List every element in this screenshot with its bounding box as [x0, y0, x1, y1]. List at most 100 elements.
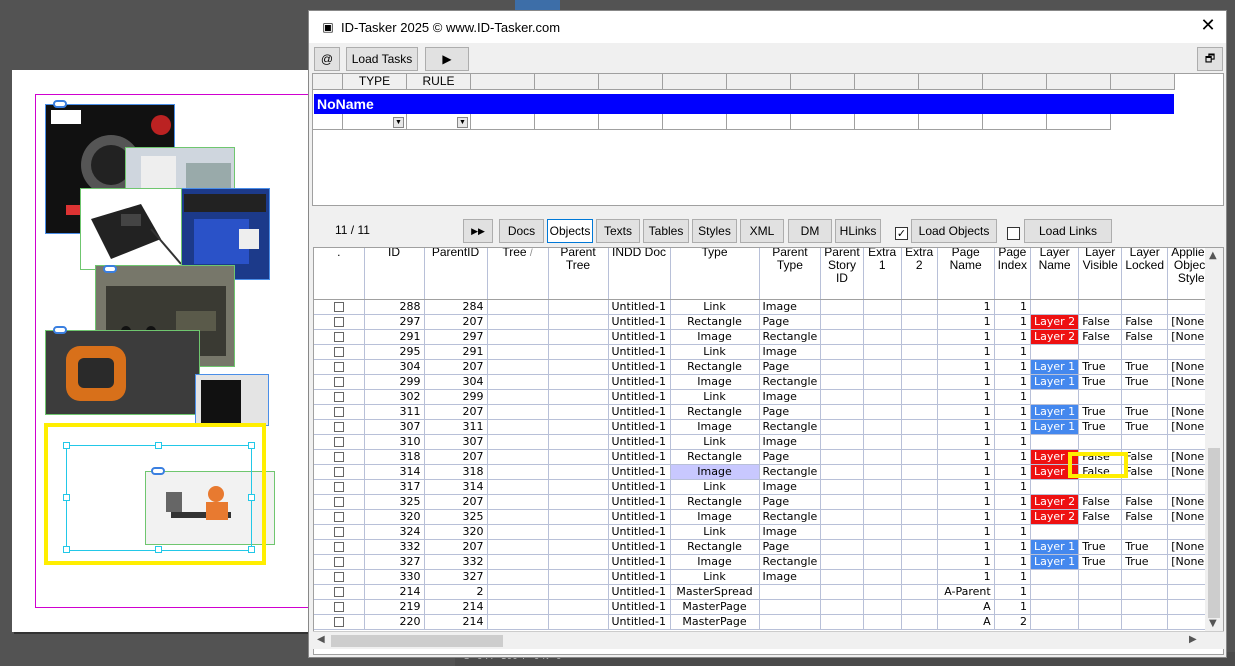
cell-page-index[interactable]: 1 [994, 554, 1032, 570]
at-button[interactable]: @ [314, 47, 340, 71]
cell-extra-2[interactable] [901, 419, 938, 435]
col-tree[interactable]: Tree / [487, 248, 549, 300]
cell-page-name[interactable]: 1 [937, 374, 995, 390]
cell-extra-2[interactable] [901, 299, 938, 315]
cell-type[interactable]: Image [670, 374, 760, 390]
cell-layer-locked[interactable] [1121, 434, 1169, 450]
cell-layer-locked[interactable] [1121, 389, 1169, 405]
cell-id[interactable]: 288 [364, 299, 425, 315]
placed-image-led-matrix[interactable] [195, 374, 269, 426]
resize-handle[interactable] [155, 546, 162, 553]
cell-layer-name[interactable] [1030, 299, 1080, 315]
cell-layer-name[interactable] [1030, 344, 1080, 360]
cell-type[interactable]: Link [670, 569, 760, 585]
resize-handle[interactable] [248, 494, 255, 501]
cell-id[interactable]: 324 [364, 524, 425, 540]
row-select-checkbox[interactable] [333, 616, 344, 627]
row-select-checkbox[interactable] [333, 421, 344, 432]
row-select-checkbox[interactable] [333, 526, 344, 537]
table-row[interactable]: 302 299 Untitled-1 Link Image 1 1 [314, 389, 1216, 405]
cell-layer-locked[interactable]: True [1121, 404, 1169, 420]
cell-tree[interactable] [487, 464, 549, 480]
cell-page-name[interactable]: A [937, 599, 995, 615]
col-id[interactable]: ID [364, 248, 425, 300]
cell-tree[interactable] [487, 359, 549, 375]
cell-extra-1[interactable] [863, 509, 902, 525]
cell-tree[interactable] [487, 314, 549, 330]
row-checkbox[interactable] [314, 374, 365, 390]
cell-extra-2[interactable] [901, 389, 938, 405]
cell-parent-tree[interactable] [548, 389, 609, 405]
cell-type[interactable]: Link [670, 344, 760, 360]
cell-id[interactable]: 297 [364, 314, 425, 330]
cell-layer-name[interactable] [1030, 389, 1080, 405]
cell-layer-visible[interactable] [1078, 344, 1123, 360]
cell-tree[interactable] [487, 389, 549, 405]
cell-indd-doc[interactable]: Untitled-1 [608, 539, 671, 555]
cell-parent-type[interactable]: Page [759, 314, 822, 330]
cell-extra-1[interactable] [863, 569, 902, 585]
cell-tree[interactable] [487, 404, 549, 420]
cell-parent-story-id[interactable] [820, 344, 864, 360]
cell-layer-visible[interactable] [1078, 614, 1123, 630]
cell-page-name[interactable]: 1 [937, 359, 995, 375]
cell-layer-name[interactable]: Layer 2 [1030, 509, 1080, 525]
cell-parent-type[interactable]: Page [759, 494, 822, 510]
cell-parentid[interactable]: 207 [424, 359, 488, 375]
cell-parent-tree[interactable] [548, 614, 609, 630]
cell-layer-locked[interactable] [1121, 524, 1169, 540]
cell-page-name[interactable]: 1 [937, 524, 995, 540]
col-indd-doc[interactable]: INDD Doc [608, 248, 671, 300]
cell-indd-doc[interactable]: Untitled-1 [608, 404, 671, 420]
row-select-checkbox[interactable] [333, 451, 344, 462]
cell-parentid[interactable]: 207 [424, 449, 488, 465]
rule-cell[interactable] [1047, 114, 1111, 130]
cell-extra-1[interactable] [863, 314, 902, 330]
cell-parent-tree[interactable] [548, 554, 609, 570]
cell-layer-name[interactable] [1030, 569, 1080, 585]
cell-parent-type[interactable]: Page [759, 404, 822, 420]
cell-layer-locked[interactable] [1121, 599, 1169, 615]
rule-header-type[interactable]: TYPE [343, 74, 407, 90]
col-page-index[interactable]: Page Index [994, 248, 1032, 300]
cell-parent-tree[interactable] [548, 479, 609, 495]
cell-layer-name[interactable] [1030, 434, 1080, 450]
cell-parentid[interactable]: 207 [424, 539, 488, 555]
cell-type[interactable]: Rectangle [670, 359, 760, 375]
rule-cell[interactable] [663, 114, 727, 130]
cell-extra-1[interactable] [863, 494, 902, 510]
cell-parent-tree[interactable] [548, 314, 609, 330]
cell-type[interactable]: Image [670, 554, 760, 570]
cell-layer-name[interactable]: Layer 1 [1030, 359, 1080, 375]
row-select-checkbox[interactable] [333, 361, 344, 372]
cell-parent-tree[interactable] [548, 329, 609, 345]
cell-tree[interactable] [487, 419, 549, 435]
cell-parent-type[interactable]: Image [759, 479, 822, 495]
cell-parent-type[interactable]: Rectangle [759, 329, 822, 345]
table-row[interactable]: 291 297 Untitled-1 Image Rectangle 1 1 Layer 2F… [314, 329, 1216, 345]
scroll-up-icon[interactable]: ▲ [1209, 250, 1217, 261]
cell-id[interactable]: 332 [364, 539, 425, 555]
cell-indd-doc[interactable]: Untitled-1 [608, 449, 671, 465]
cell-page-name[interactable]: 1 [937, 389, 995, 405]
tab-styles[interactable]: Styles [692, 219, 737, 243]
cell-extra-2[interactable] [901, 554, 938, 570]
cell-page-index[interactable]: 1 [994, 359, 1032, 375]
cell-parent-type[interactable]: Rectangle [759, 374, 822, 390]
cell-layer-locked[interactable] [1121, 584, 1169, 600]
cell-layer-locked[interactable] [1121, 344, 1169, 360]
cell-parentid[interactable]: 325 [424, 509, 488, 525]
row-checkbox[interactable] [314, 404, 365, 420]
cell-layer-locked[interactable] [1121, 299, 1169, 315]
cell-extra-1[interactable] [863, 464, 902, 480]
cell-parent-tree[interactable] [548, 494, 609, 510]
cell-parent-story-id[interactable] [820, 299, 864, 315]
cell-type[interactable]: Link [670, 479, 760, 495]
objects-grid[interactable]: . ID ParentID Tree / Parent Tree INDD Do… [313, 247, 1224, 655]
cell-id[interactable]: 325 [364, 494, 425, 510]
cell-parent-type[interactable]: Page [759, 359, 822, 375]
cell-extra-2[interactable] [901, 599, 938, 615]
cell-page-name[interactable]: 1 [937, 509, 995, 525]
cell-type[interactable]: Rectangle [670, 314, 760, 330]
table-row[interactable]: 297 207 Untitled-1 Rectangle Page 1 1 Layer 2 Fa… [314, 314, 1216, 330]
